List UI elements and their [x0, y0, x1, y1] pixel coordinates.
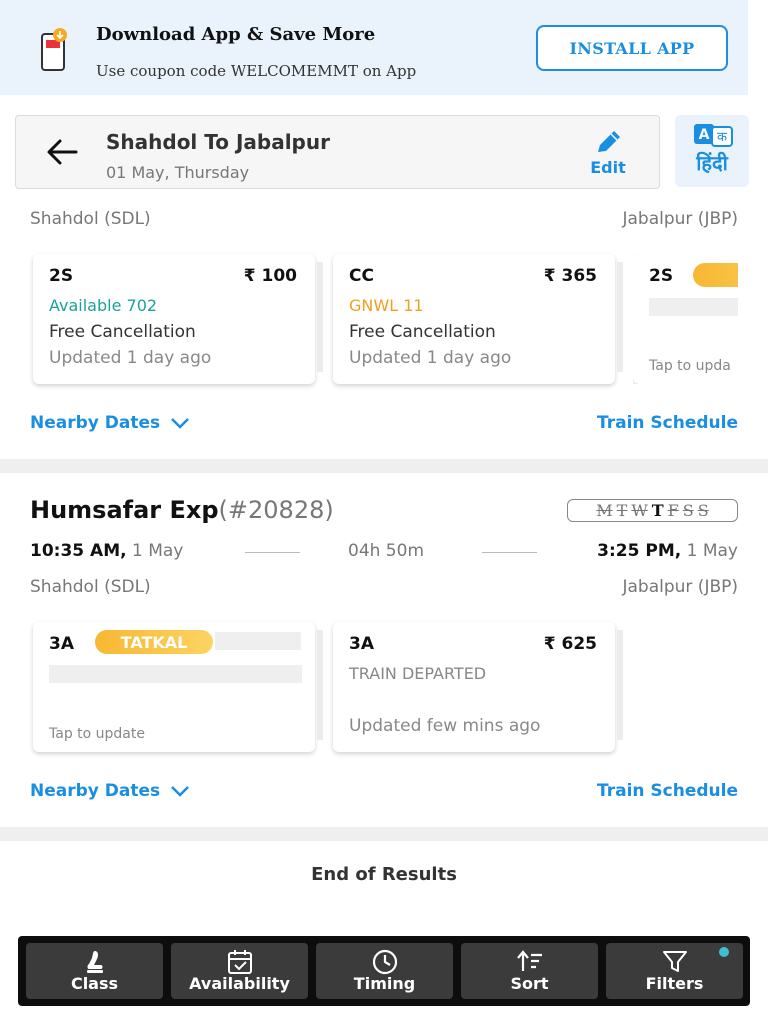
train-schedule-link[interactable]: Train Schedule [597, 413, 738, 433]
edit-search-button[interactable]: Edit [578, 126, 638, 178]
sort-icon [516, 950, 542, 971]
banner-title: Download App & Save More [96, 24, 376, 45]
edit-label: Edit [590, 158, 626, 177]
section-separator [0, 459, 768, 473]
bottom-filter-bar: Class Availability Timing Sort Filters [18, 936, 750, 1006]
availability-status: GNWL 11 [349, 296, 424, 315]
class-code: 3A [49, 634, 74, 654]
chevron-down-icon [171, 786, 190, 797]
nearby-dates-link[interactable]: Nearby Dates [30, 413, 190, 433]
train-name: Humsafar Exp(#20828) [30, 496, 334, 524]
journey-duration: 04h 50m [348, 541, 425, 561]
class-code: 3A [349, 634, 374, 654]
train1-stations: Shahdol (SDL) Jabalpur (JBP) [30, 209, 738, 229]
train2-stations: Shahdol (SDL) Jabalpur (JBP) [30, 577, 738, 597]
train2-links: Nearby Dates Train Schedule [30, 781, 738, 805]
svg-text:A: A [699, 127, 710, 143]
from-station: Shahdol (SDL) [30, 577, 151, 597]
phone-download-icon [41, 28, 67, 71]
to-station: Jabalpur (JBP) [622, 577, 738, 597]
train-schedule-link[interactable]: Train Schedule [597, 781, 738, 801]
class-card-clip: 2S TA Tap to upda [633, 254, 738, 384]
class-card-3a[interactable]: 3A ₹ 625 TRAIN DEPARTED Updated few mins… [333, 622, 623, 752]
timing-row: 10:35 AM, 1 May 04h 50m 3:25 PM, 1 May [30, 541, 738, 565]
pencil-icon [598, 131, 620, 152]
departure-time: 10:35 AM, 1 May [30, 541, 184, 561]
fare: ₹ 365 [543, 266, 597, 286]
availability-tab[interactable]: Availability [171, 943, 308, 999]
language-toggle-button[interactable]: A क हिंदी [675, 115, 749, 187]
class-card-2s-tatkal[interactable]: 2S TA Tap to upda [633, 254, 738, 384]
availability-status: TRAIN DEPARTED [349, 664, 487, 683]
updated-time: Updated 1 day ago [349, 348, 512, 368]
updated-time: Updated 1 day ago [49, 348, 212, 368]
clock-icon [372, 949, 397, 975]
translate-icon: A क [694, 124, 733, 147]
timing-tab[interactable]: Timing [316, 943, 453, 999]
search-summary[interactable]: Shahdol To Jabalpur 01 May, Thursday Edi… [15, 115, 660, 189]
app-download-banner: Download App & Save More Use coupon code… [0, 0, 748, 95]
filter-icon [662, 951, 687, 972]
class-card-3a-tatkal[interactable]: 3A TATKAL Tap to update [33, 622, 323, 752]
fare: ₹ 100 [243, 266, 297, 286]
running-days: M T W T F S S [567, 499, 738, 522]
chevron-down-icon [171, 418, 190, 429]
filter-active-dot [719, 947, 729, 957]
section-separator [0, 827, 768, 841]
seat-icon [86, 951, 103, 973]
tap-to-update: Tap to upda [649, 358, 731, 374]
nearby-dates-link[interactable]: Nearby Dates [30, 781, 190, 801]
filters-tab[interactable]: Filters [606, 943, 743, 999]
cancellation-info: Free Cancellation [49, 322, 196, 342]
journey-date: 01 May, Thursday [106, 163, 250, 182]
end-of-results: End of Results [311, 864, 457, 885]
availability-status: Available 702 [49, 296, 158, 315]
to-station: Jabalpur (JBP) [622, 209, 738, 229]
language-label: हिंदी [696, 151, 728, 175]
banner-subtitle: Use coupon code WELCOMEMMT on App [96, 62, 417, 80]
tatkal-badge: TATKAL [95, 630, 213, 654]
from-station: Shahdol (SDL) [30, 209, 151, 229]
updated-time: Updated few mins ago [349, 716, 541, 736]
route-title: Shahdol To Jabalpur [106, 130, 330, 154]
install-app-button[interactable]: INSTALL APP [536, 25, 728, 71]
train1-links: Nearby Dates Train Schedule [30, 413, 738, 437]
sort-tab[interactable]: Sort [461, 943, 598, 999]
cancellation-info: Free Cancellation [349, 322, 496, 342]
class-card-cc[interactable]: CC ₹ 365 GNWL 11 Free Cancellation Updat… [333, 254, 623, 384]
class-code: 2S [49, 266, 74, 286]
back-arrow-icon[interactable] [46, 138, 78, 166]
class-tab[interactable]: Class [26, 943, 163, 999]
tatkal-badge: TA [693, 263, 738, 287]
class-card-2s[interactable]: 2S ₹ 100 Available 702 Free Cancellation… [33, 254, 323, 384]
fare: ₹ 625 [543, 634, 597, 654]
svg-text:क: क [717, 130, 728, 145]
tap-to-update: Tap to update [49, 726, 145, 742]
class-code: CC [349, 266, 374, 286]
train-number: (#20828) [218, 496, 334, 524]
arrival-time: 3:25 PM, 1 May [597, 541, 738, 561]
class-code: 2S [649, 266, 674, 286]
calendar-check-icon [227, 950, 252, 974]
